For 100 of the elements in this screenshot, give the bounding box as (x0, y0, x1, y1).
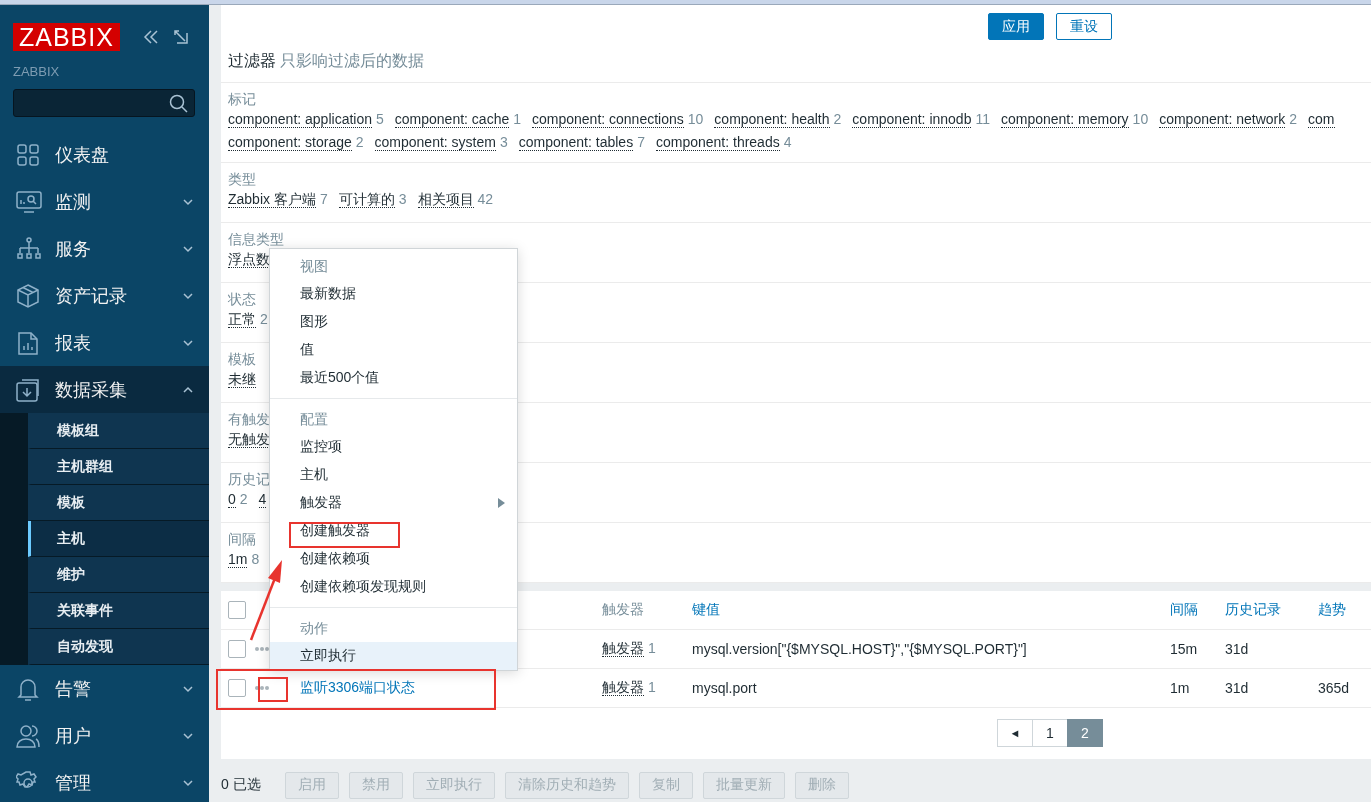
menu-section-header: 配置 (299, 410, 329, 429)
search-field[interactable] (13, 89, 195, 117)
selected-count: 0 已选 (221, 776, 261, 794)
nav-item[interactable]: 告警 (0, 665, 209, 712)
table-cell: 15m (1170, 641, 1198, 657)
filter-value-link[interactable]: component: system (374, 134, 496, 151)
checkbox[interactable] (228, 601, 246, 619)
collapse-icon (141, 27, 160, 46)
nav-item[interactable]: 管理 (0, 759, 209, 802)
nav-item[interactable]: 报表 (0, 319, 209, 366)
filter-label: 标记 (228, 90, 256, 108)
menu-item[interactable]: 触发器 (270, 489, 517, 517)
count: 7 (637, 134, 645, 150)
menu-item[interactable]: 创建依赖项发现规则 (270, 573, 517, 601)
filter-subtitle: 只影响过滤后的数据 (280, 52, 424, 69)
kiosk-mode-icon (171, 27, 190, 46)
submenu-item[interactable]: 维护 (28, 557, 209, 593)
filter-value-link[interactable]: component: threads (655, 134, 780, 151)
menu-item[interactable]: 创建触发器 (270, 517, 517, 545)
filter-value-link[interactable]: component: memory (1001, 111, 1129, 128)
nav-item[interactable]: 用户 (0, 712, 209, 759)
filter-value-link[interactable]: component: storage (228, 134, 352, 151)
column-header-link[interactable]: 历史记录 (1225, 601, 1281, 617)
filter-value-link[interactable]: component: tables (518, 134, 634, 151)
count: 10 (1132, 111, 1149, 127)
filter-value-link[interactable]: component: network (1159, 111, 1286, 128)
count: 1 (648, 679, 656, 695)
filter-value-link[interactable]: 正常 (228, 311, 256, 328)
menu-section-header: 视图 (299, 257, 329, 276)
menu-item[interactable]: 监控项 (270, 433, 517, 461)
table-cell: mysql.version["{$MYSQL.HOST}","{$MYSQL.PORT}"] (692, 641, 1027, 657)
nav-item[interactable]: 服务 (0, 225, 209, 272)
triggers-link[interactable]: 触发器 (602, 640, 644, 657)
nav-item[interactable]: 监测 (0, 178, 209, 225)
nav-item[interactable]: 资产记录 (0, 272, 209, 319)
filter-value-link[interactable]: 1m (228, 551, 248, 568)
count: 1 (648, 640, 656, 656)
filter-value-link[interactable]: 0 (228, 491, 236, 508)
search-icon (169, 93, 188, 113)
filter-label: 间隔 (228, 530, 256, 548)
menu-item[interactable]: 值 (270, 336, 517, 364)
more-dots-icon (255, 647, 269, 651)
grid-icon (16, 142, 42, 167)
filter-value-link[interactable]: 相关项目 (417, 191, 474, 208)
page-button[interactable]: 1 (1032, 719, 1068, 747)
count: 3 (499, 134, 508, 150)
column-header-link[interactable]: 间隔 (1170, 601, 1198, 617)
item-name-link[interactable]: 监听3306端口状态 (300, 679, 416, 695)
download-box-icon (16, 377, 42, 402)
submenu-item[interactable]: 自动发现 (28, 629, 209, 665)
filter-value-link[interactable]: com (1308, 111, 1335, 128)
submenu-item[interactable]: 主机群组 (28, 449, 209, 485)
count: 2 (1289, 111, 1298, 127)
submenu-item[interactable]: 模板 (28, 485, 209, 521)
column-header-link[interactable]: 键值 (692, 601, 720, 617)
filter-value-link[interactable]: 未继 (228, 371, 256, 388)
filter-value-link[interactable]: component: health (714, 111, 830, 128)
bell-icon (16, 676, 42, 701)
table-cell: mysql.port (692, 680, 757, 696)
count: 11 (975, 111, 990, 127)
filter-value-link[interactable]: Zabbix 客户端 (228, 191, 316, 208)
filter-value-link[interactable]: component: application (228, 111, 372, 128)
reset-button[interactable]: 重设 (1056, 13, 1112, 40)
table-cell: 31d (1225, 641, 1249, 657)
page-button[interactable]: ◄ (997, 719, 1033, 747)
checkbox[interactable] (228, 640, 246, 658)
apply-button[interactable]: 应用 (988, 13, 1044, 40)
filter-value-link[interactable]: 4 (258, 491, 267, 508)
menu-item[interactable]: 立即执行 (270, 642, 517, 670)
filter-label: 有触发 (228, 410, 270, 428)
checkbox[interactable] (228, 679, 246, 697)
menu-item[interactable]: 主机 (270, 461, 517, 489)
menu-item[interactable]: 最近500个值 (270, 364, 517, 392)
filter-label: 模板 (228, 350, 256, 368)
server-name: ZABBIX (12, 63, 61, 79)
count: 42 (477, 191, 494, 207)
users-icon (16, 723, 42, 748)
nav-item[interactable]: 仪表盘 (0, 131, 209, 178)
filter-value-link[interactable]: component: connections (532, 111, 684, 128)
filter-value-link[interactable]: component: innodb (852, 111, 972, 128)
filter-label: 历史记 (228, 470, 270, 488)
more-dots-icon (255, 686, 269, 690)
triggers-link[interactable]: 触发器 (602, 679, 644, 696)
submenu-item[interactable]: 模板组 (28, 413, 209, 449)
count: 8 (251, 551, 260, 567)
count: 4 (783, 134, 792, 150)
filter-value-link[interactable]: component: cache (394, 111, 510, 128)
filter-value-link[interactable]: 可计算的 (338, 191, 395, 208)
column-header: 触发器 (602, 601, 644, 617)
logo[interactable]: ZABBIX (13, 22, 120, 51)
menu-item[interactable]: 最新数据 (270, 280, 517, 308)
filter-label: 类型 (228, 170, 256, 188)
menu-item[interactable]: 创建依赖项 (270, 545, 517, 573)
submenu-item[interactable]: 关联事件 (28, 593, 209, 629)
nav-item[interactable]: 数据采集 (0, 366, 209, 413)
filter-label: 状态 (228, 290, 256, 308)
menu-item[interactable]: 图形 (270, 308, 517, 336)
column-header-link[interactable]: 趋势 (1318, 601, 1346, 617)
submenu-item[interactable]: 主机 (28, 521, 209, 557)
hierarchy-icon (16, 236, 42, 261)
